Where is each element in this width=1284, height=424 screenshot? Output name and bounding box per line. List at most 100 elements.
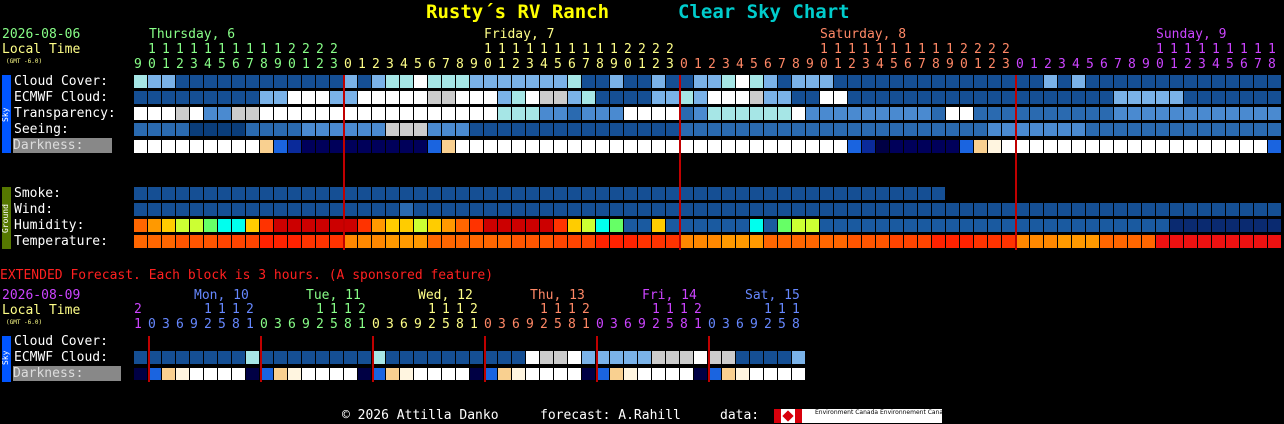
grid-cell[interactable] [792,107,805,120]
grid-cell[interactable] [974,107,987,120]
grid-cell[interactable] [722,123,735,136]
grid-cell[interactable] [190,187,203,200]
grid-cell[interactable] [330,75,343,88]
grid-cell[interactable] [918,107,931,120]
grid-cell[interactable] [638,219,651,232]
grid-cell[interactable] [1044,235,1057,248]
grid-cell[interactable] [246,123,259,136]
grid-cell[interactable] [792,235,805,248]
grid-cell[interactable] [428,75,441,88]
grid-cell[interactable] [330,235,343,248]
grid-cell[interactable] [1226,107,1239,120]
grid-cell[interactable] [134,219,147,232]
grid-cell[interactable] [288,140,301,153]
grid-cell[interactable] [1072,91,1085,104]
grid-cell[interactable] [302,203,315,216]
grid-cell[interactable] [596,219,609,232]
grid-cell[interactable] [904,107,917,120]
grid-cell[interactable] [596,75,609,88]
grid-cell[interactable] [190,203,203,216]
grid-cell[interactable] [932,187,945,200]
grid-cell[interactable] [148,203,161,216]
grid-cell[interactable] [526,219,539,232]
grid-cell[interactable] [862,187,875,200]
grid-cell[interactable] [974,219,987,232]
grid-cell[interactable] [1100,75,1113,88]
grid-cell[interactable] [792,91,805,104]
grid-cell[interactable] [316,75,329,88]
grid-cell[interactable] [624,75,637,88]
grid-cell[interactable] [1184,91,1197,104]
grid-cell[interactable] [1016,91,1029,104]
grid-cell[interactable] [848,235,861,248]
grid-cell[interactable] [1212,91,1225,104]
grid-cell[interactable] [1030,203,1043,216]
grid-cell[interactable] [1184,75,1197,88]
grid-cell[interactable] [848,203,861,216]
grid-cell[interactable] [582,107,595,120]
grid-cell[interactable] [568,235,581,248]
grid-cell[interactable] [792,219,805,232]
grid-cell[interactable] [302,140,315,153]
grid-cell[interactable] [568,203,581,216]
grid-cell[interactable] [204,91,217,104]
grid-cell[interactable] [652,140,665,153]
grid-cell[interactable] [554,219,567,232]
grid-cell[interactable] [498,140,511,153]
grid-cell[interactable] [694,203,707,216]
grid-cell[interactable] [554,91,567,104]
grid-cell[interactable] [470,140,483,153]
grid-cell[interactable] [1184,123,1197,136]
grid-cell[interactable] [358,187,371,200]
grid-cell[interactable] [162,187,175,200]
grid-cell[interactable] [806,91,819,104]
grid-cell[interactable] [1030,75,1043,88]
grid-cell[interactable] [414,187,427,200]
grid-cell[interactable] [708,75,721,88]
grid-cell[interactable] [372,107,385,120]
grid-cell[interactable] [708,219,721,232]
grid-cell[interactable] [918,203,931,216]
grid-cell[interactable] [988,235,1001,248]
grid-cell[interactable] [1002,123,1015,136]
grid-cell[interactable] [568,123,581,136]
grid-cell[interactable] [470,75,483,88]
grid-cell[interactable] [554,203,567,216]
grid-cell[interactable] [638,187,651,200]
grid-cell[interactable] [1114,140,1127,153]
grid-cell[interactable] [890,107,903,120]
grid-cell[interactable] [204,219,217,232]
grid-cell[interactable] [582,140,595,153]
grid-cell[interactable] [820,91,833,104]
grid-cell[interactable] [274,123,287,136]
ext-grid-cell[interactable] [652,368,665,380]
grid-cell[interactable] [694,123,707,136]
grid-cell[interactable] [246,187,259,200]
grid-cell[interactable] [1240,107,1253,120]
grid-cell[interactable] [946,235,959,248]
grid-cell[interactable] [610,75,623,88]
grid-cell[interactable] [610,91,623,104]
grid-cell[interactable] [456,187,469,200]
grid-cell[interactable] [1268,75,1281,88]
environment-canada-logo[interactable]: Environment Canada Environnement Canada [802,409,951,423]
grid-cell[interactable] [274,235,287,248]
grid-cell[interactable] [722,235,735,248]
grid-cell[interactable] [540,219,553,232]
grid-cell[interactable] [498,187,511,200]
grid-cell[interactable] [1100,219,1113,232]
grid-cell[interactable] [1002,140,1015,153]
ext-grid-cell[interactable] [442,351,455,364]
grid-cell[interactable] [288,219,301,232]
grid-cell[interactable] [442,75,455,88]
grid-cell[interactable] [302,219,315,232]
grid-cell[interactable] [344,219,357,232]
grid-cell[interactable] [750,123,763,136]
grid-cell[interactable] [204,203,217,216]
grid-cell[interactable] [638,203,651,216]
grid-cell[interactable] [764,203,777,216]
grid-cell[interactable] [1072,123,1085,136]
grid-cell[interactable] [638,91,651,104]
grid-cell[interactable] [484,140,497,153]
grid-cell[interactable] [400,107,413,120]
